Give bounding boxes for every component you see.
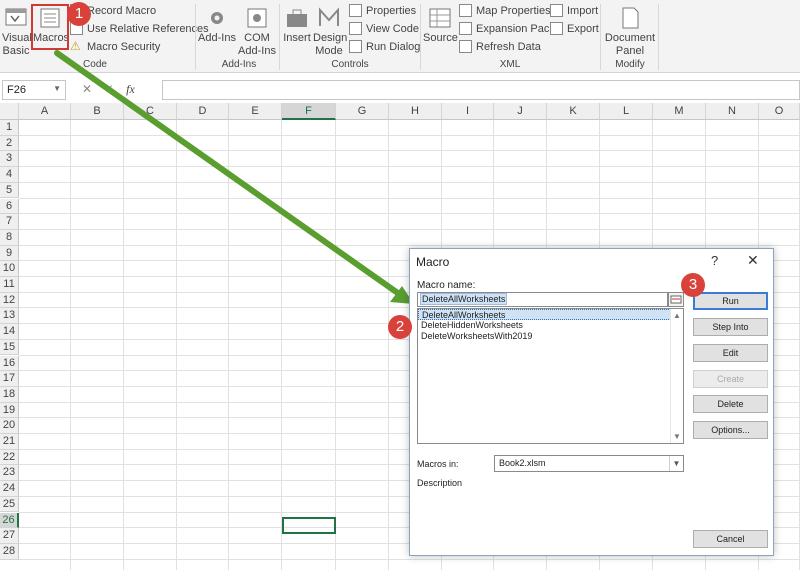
edit-button[interactable]: Edit <box>693 344 768 362</box>
arrow-line <box>54 50 405 299</box>
macro-name-input[interactable]: DeleteAllWorksheets <box>417 292 668 307</box>
chevron-down-icon[interactable]: ▼ <box>669 456 683 471</box>
chevron-down-icon[interactable]: ▼ <box>673 432 681 441</box>
range-select-icon <box>670 295 682 304</box>
chevron-up-icon[interactable]: ▲ <box>673 311 681 320</box>
close-icon[interactable]: ✕ <box>747 252 759 269</box>
step-badge-1: 1 <box>67 2 91 26</box>
options-button[interactable]: Options... <box>693 421 768 439</box>
list-item[interactable]: DeleteAllWorksheets <box>418 309 683 320</box>
macros-in-value: Book2.xlsm <box>499 458 546 468</box>
step-into-button[interactable]: Step Into <box>693 318 768 336</box>
macros-in-select[interactable]: Book2.xlsm ▼ <box>494 455 684 472</box>
step-badge-2: 2 <box>388 315 412 339</box>
macros-in-label: Macros in: <box>417 459 459 469</box>
list-item[interactable]: DeleteHiddenWorksheets <box>418 320 683 331</box>
macro-name-value: DeleteAllWorksheets <box>420 293 508 305</box>
delete-button[interactable]: Delete <box>693 395 768 413</box>
create-button[interactable]: Create <box>693 370 768 388</box>
step-badge-3: 3 <box>681 273 705 297</box>
macro-dialog: Macro ? ✕ Macro name: DeleteAllWorksheet… <box>409 248 774 556</box>
help-icon[interactable]: ? <box>711 253 718 268</box>
description-label: Description <box>417 478 463 488</box>
macro-list[interactable]: DeleteAllWorksheets DeleteHiddenWorkshee… <box>417 308 684 444</box>
collapse-dialog-icon[interactable] <box>668 292 684 307</box>
macro-name-label: Macro name: <box>417 280 476 291</box>
scrollbar[interactable]: ▲ ▼ <box>670 309 683 443</box>
run-button[interactable]: Run <box>693 292 768 310</box>
cancel-button[interactable]: Cancel <box>693 530 768 548</box>
dialog-title: Macro <box>416 255 450 269</box>
list-item[interactable]: DeleteWorksheetsWith2019 <box>418 331 683 342</box>
